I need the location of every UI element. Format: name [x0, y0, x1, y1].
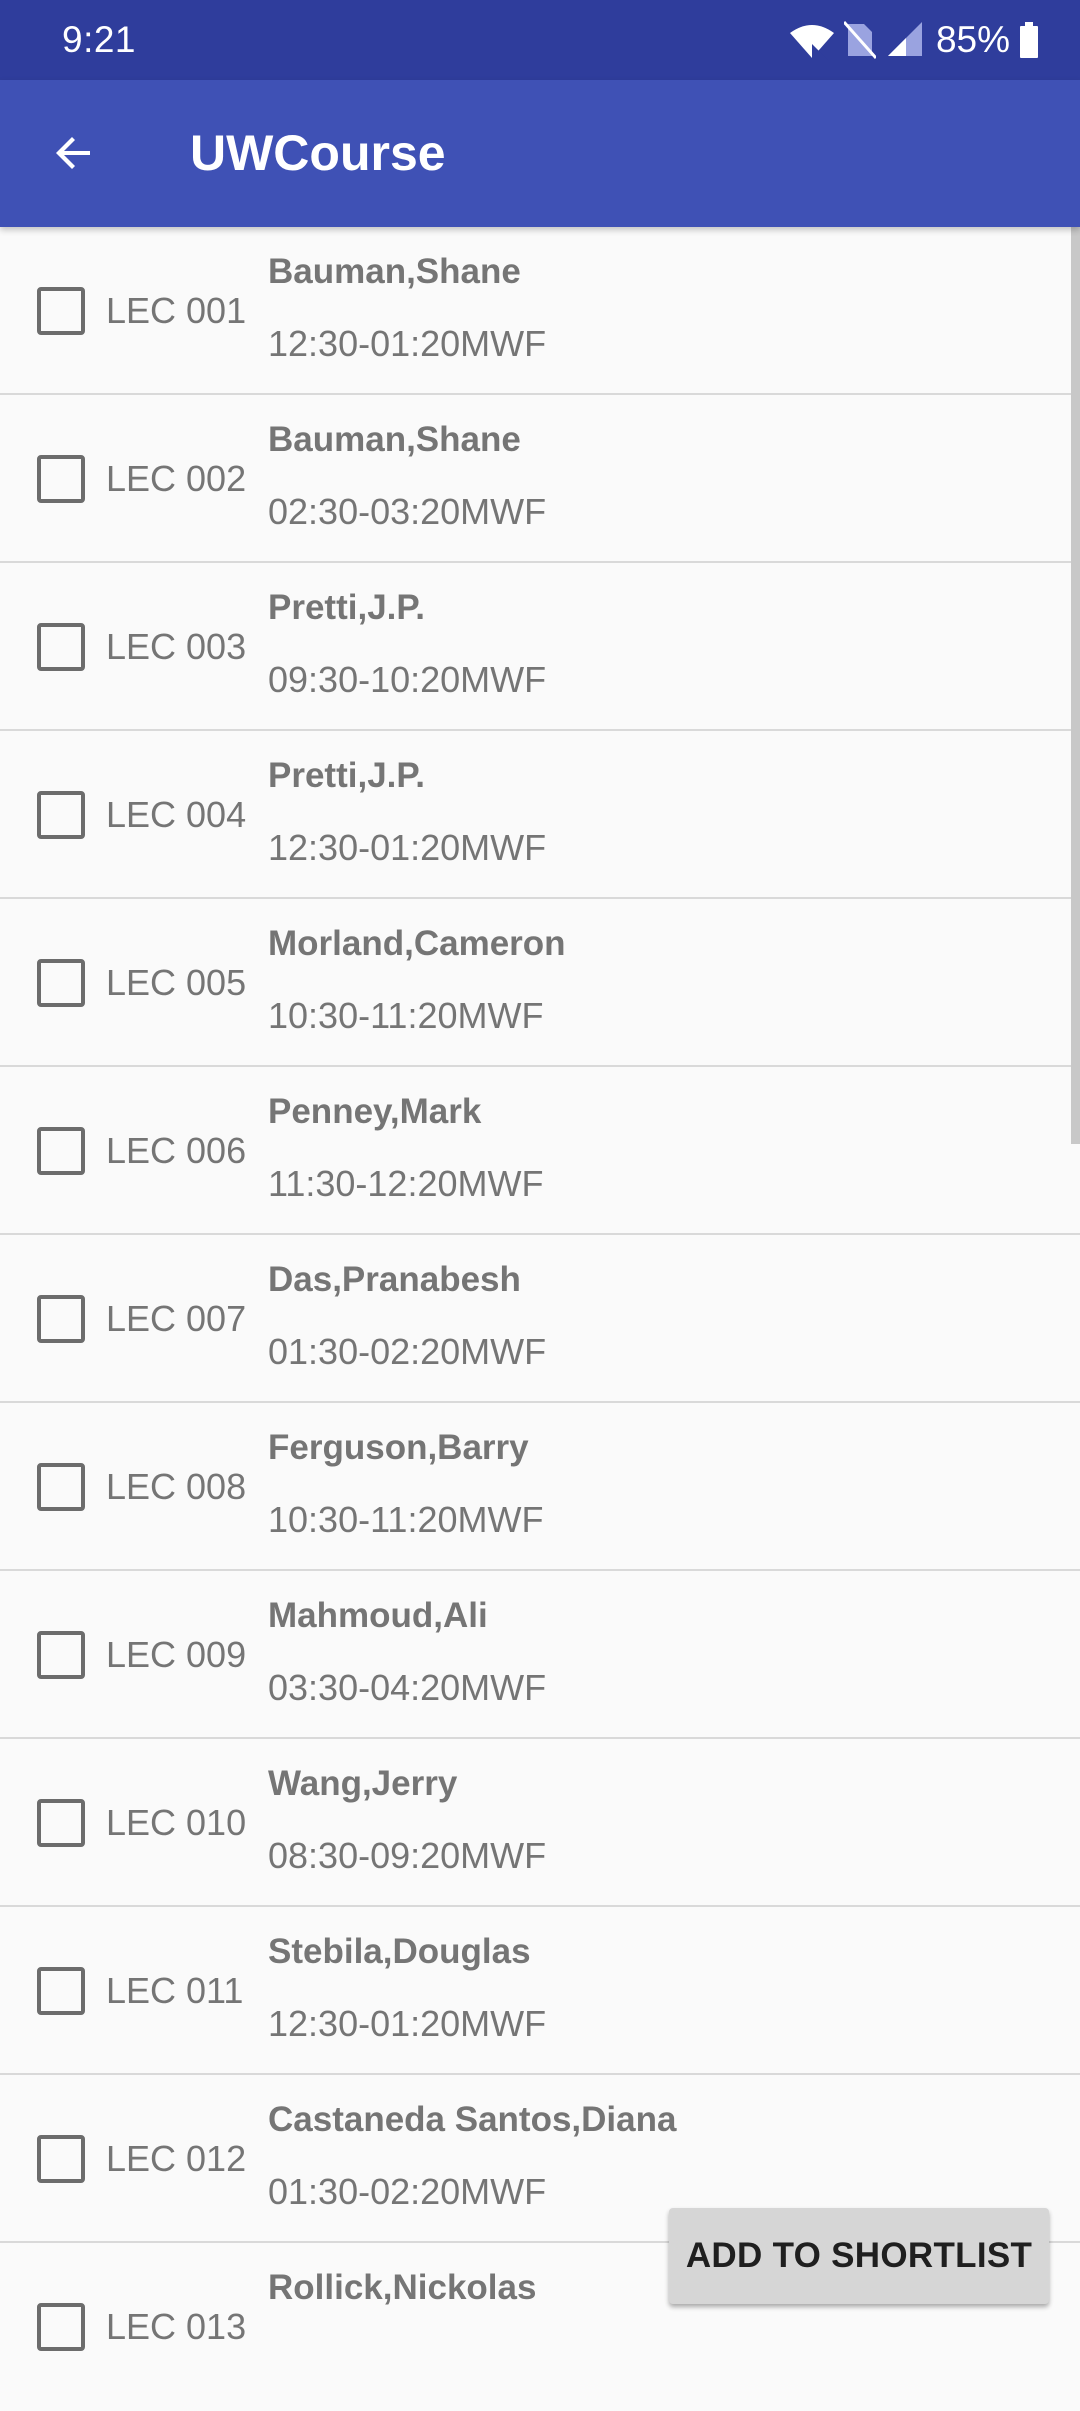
arrow-back-icon [56, 137, 90, 169]
class-time: 02:30-03:20MWF [268, 491, 547, 532]
section-code: LEC 010 [106, 1802, 247, 1843]
class-time: 12:30-01:20MWF [268, 2003, 547, 2044]
class-time: 01:30-02:20MWF [268, 1331, 547, 1372]
section-checkbox[interactable] [37, 623, 85, 671]
list-item[interactable]: LEC 010 Wang,Jerry 08:30-09:20MWF [0, 1739, 1080, 1907]
list-item[interactable]: LEC 002 Bauman,Shane 02:30-03:20MWF [0, 395, 1080, 563]
cell-signal-icon [886, 20, 924, 60]
app-bar: UWCourse [0, 80, 1080, 227]
section-checkbox[interactable] [37, 1463, 85, 1511]
class-time: 09:30-10:20MWF [268, 659, 547, 700]
section-code: LEC 005 [106, 962, 247, 1003]
section-code: LEC 003 [106, 626, 247, 667]
list-item[interactable]: LEC 006 Penney,Mark 11:30-12:20MWF [0, 1067, 1080, 1235]
section-code: LEC 002 [106, 458, 247, 499]
list-item[interactable]: LEC 009 Mahmoud,Ali 03:30-04:20MWF [0, 1571, 1080, 1739]
class-time: 10:30-11:20MWF [268, 995, 544, 1036]
status-time: 9:21 [62, 19, 137, 60]
section-checkbox[interactable] [37, 1631, 85, 1679]
section-checkbox[interactable] [37, 959, 85, 1007]
class-time: 08:30-09:20MWF [268, 1835, 547, 1876]
scrollbar[interactable] [1071, 227, 1080, 1144]
class-time: 11:30-12:20MWF [268, 1163, 544, 1204]
list-item[interactable]: LEC 005 Morland,Cameron 10:30-11:20MWF [0, 899, 1080, 1067]
section-list: LEC 001 Bauman,Shane 12:30-01:20MWF LEC … [0, 227, 1080, 2411]
instructor-name: Das,Pranabesh [268, 1260, 521, 1299]
section-code: LEC 008 [106, 1466, 247, 1507]
instructor-name: Penney,Mark [268, 1092, 482, 1131]
instructor-name: Mahmoud,Ali [268, 1596, 488, 1635]
section-checkbox[interactable] [37, 1967, 85, 2015]
instructor-name: Pretti,J.P. [268, 756, 425, 795]
instructor-name: Bauman,Shane [268, 252, 521, 291]
instructor-name: Ferguson,Barry [268, 1428, 529, 1467]
section-code: LEC 007 [106, 1298, 247, 1339]
list-item[interactable]: LEC 004 Pretti,J.P. 12:30-01:20MWF [0, 731, 1080, 899]
section-code: LEC 001 [106, 290, 247, 331]
instructor-name: Morland,Cameron [268, 924, 566, 963]
section-checkbox[interactable] [37, 791, 85, 839]
status-bar: 9:21 85% [0, 0, 1080, 80]
instructor-name: Wang,Jerry [268, 1764, 458, 1803]
back-button[interactable] [34, 113, 114, 193]
list-item[interactable]: LEC 011 Stebila,Douglas 12:30-01:20MWF [0, 1907, 1080, 2075]
section-code: LEC 009 [106, 1634, 247, 1675]
class-time: 10:30-11:20MWF [268, 1499, 544, 1540]
battery-percent: 85% [935, 19, 1010, 60]
battery-icon [1018, 20, 1040, 60]
section-code: LEC 013 [106, 2306, 247, 2347]
list-item[interactable]: LEC 001 Bauman,Shane 12:30-01:20MWF [0, 227, 1080, 395]
class-time: 01:30-02:20MWF [268, 2171, 547, 2212]
section-code: LEC 006 [106, 1130, 247, 1171]
section-code: LEC 012 [106, 2138, 247, 2179]
class-time: 12:30-01:20MWF [268, 323, 547, 364]
instructor-name: Rollick,Nickolas [268, 2268, 537, 2307]
class-time: 03:30-04:20MWF [268, 1667, 547, 1708]
status-icons: 85% [788, 0, 1080, 80]
list-item[interactable]: LEC 008 Ferguson,Barry 10:30-11:20MWF [0, 1403, 1080, 1571]
instructor-name: Castaneda Santos,Diana [268, 2100, 677, 2139]
section-code: LEC 011 [106, 1970, 244, 2011]
section-checkbox[interactable] [37, 1127, 85, 1175]
list-item[interactable]: LEC 003 Pretti,J.P. 09:30-10:20MWF [0, 563, 1080, 731]
instructor-name: Bauman,Shane [268, 420, 521, 459]
instructor-name: Stebila,Douglas [268, 1932, 531, 1971]
app-title: UWCourse [190, 125, 446, 181]
section-checkbox[interactable] [37, 1799, 85, 1847]
class-time: 12:30-01:20MWF [268, 827, 547, 868]
add-to-shortlist-button[interactable]: ADD TO SHORTLIST [669, 2208, 1049, 2304]
section-checkbox[interactable] [37, 2303, 85, 2351]
no-sim-icon [843, 20, 876, 60]
wifi-icon [788, 20, 836, 60]
section-code: LEC 004 [106, 794, 247, 835]
section-checkbox[interactable] [37, 455, 85, 503]
list-item[interactable]: LEC 007 Das,Pranabesh 01:30-02:20MWF [0, 1235, 1080, 1403]
instructor-name: Pretti,J.P. [268, 588, 425, 627]
section-checkbox[interactable] [37, 1295, 85, 1343]
section-checkbox[interactable] [37, 287, 85, 335]
section-checkbox[interactable] [37, 2135, 85, 2183]
